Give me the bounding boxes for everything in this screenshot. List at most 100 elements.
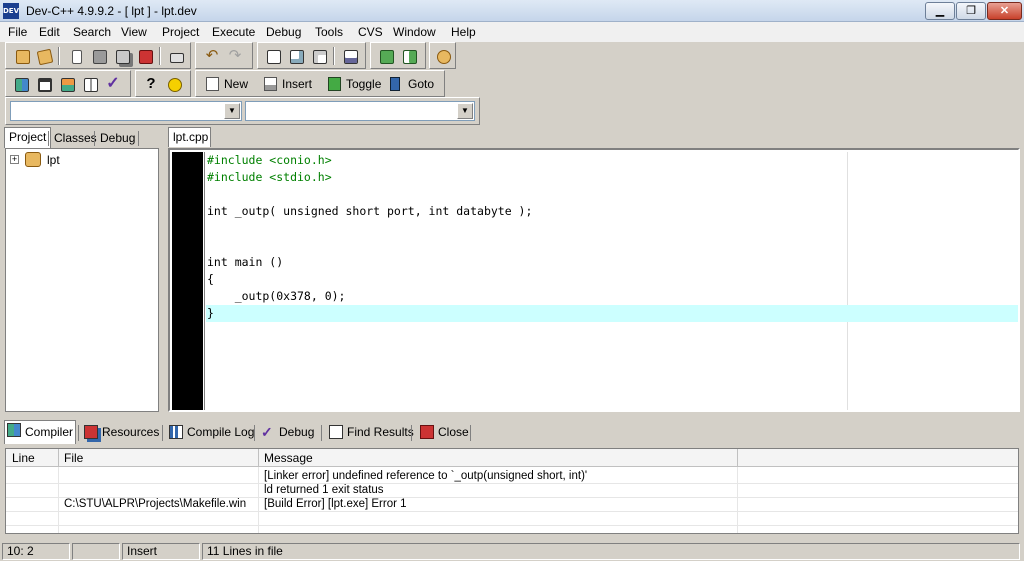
gutter-divider: [204, 152, 205, 410]
column-header-message[interactable]: Message: [264, 451, 313, 465]
open-project-button[interactable]: [34, 46, 54, 66]
project-options-button[interactable]: [433, 46, 453, 66]
row-1-message[interactable]: [Linker error] undefined reference to `_…: [264, 470, 587, 482]
save-all-button[interactable]: [112, 46, 132, 66]
tree-item-lpt[interactable]: lpt: [47, 153, 60, 167]
status-info: 11 Lines in file: [202, 543, 1020, 560]
table-header: Line File Message: [6, 449, 1018, 467]
help-icon: ?: [146, 75, 156, 92]
tab-project[interactable]: Project: [4, 127, 52, 148]
project-icon: [25, 152, 41, 167]
remove-from-project-button[interactable]: [399, 46, 419, 66]
row-3-file[interactable]: C:\STU\ALPR\Projects\Makefile.win: [64, 498, 246, 510]
tab-resources-label: Resources: [102, 425, 160, 439]
maximize-button[interactable]: ❐: [956, 2, 986, 20]
new-project-button[interactable]: [12, 46, 32, 66]
redo-button[interactable]: ↷: [225, 46, 245, 66]
menu-view[interactable]: View: [121, 25, 147, 39]
tab-compile-log-label: Compile Log: [187, 425, 255, 439]
find-next-button[interactable]: [309, 46, 329, 66]
goto-icon: [390, 77, 400, 91]
row-divider: [6, 511, 1018, 512]
code-line-7[interactable]: int main (): [207, 254, 283, 271]
tab-find-results[interactable]: Find Results: [327, 423, 414, 443]
code-editor[interactable]: #include <conio.h> #include <stdio.h> in…: [168, 148, 1020, 412]
member-select[interactable]: ▼: [245, 101, 475, 121]
menu-project[interactable]: Project: [162, 25, 199, 39]
tab-close[interactable]: Close: [418, 423, 469, 443]
new-file-button[interactable]: [66, 46, 86, 66]
run-button[interactable]: [34, 74, 54, 94]
code-line-10[interactable]: }: [207, 305, 214, 322]
add-to-project-button[interactable]: [376, 46, 396, 66]
print-button[interactable]: [166, 46, 186, 66]
rebuild-icon: [84, 78, 98, 92]
compile-button[interactable]: [11, 74, 31, 94]
menu-debug[interactable]: Debug: [266, 25, 301, 39]
undo-icon: ↶: [205, 47, 219, 64]
find-icon: [329, 425, 343, 439]
find-next-icon: [313, 50, 327, 64]
help-button[interactable]: ?: [141, 74, 161, 94]
column-divider[interactable]: [258, 449, 259, 467]
tab-debug-panel[interactable]: Debug: [96, 129, 139, 147]
column-header-line[interactable]: Line: [12, 451, 35, 465]
code-line-4[interactable]: int _outp( unsigned short port, int data…: [207, 203, 532, 220]
menu-search[interactable]: Search: [73, 25, 111, 39]
expand-icon[interactable]: +: [10, 155, 19, 164]
check-syntax-button[interactable]: ✓: [103, 74, 123, 94]
new-class-button[interactable]: New: [204, 75, 248, 93]
menu-cvs[interactable]: CVS: [358, 25, 383, 39]
menu-window[interactable]: Window: [393, 25, 436, 39]
find-button[interactable]: [263, 46, 283, 66]
menu-tools[interactable]: Tools: [315, 25, 343, 39]
column-divider[interactable]: [58, 449, 59, 467]
goto-line-button[interactable]: [340, 46, 360, 66]
code-line-8[interactable]: {: [207, 271, 214, 288]
code-line-2[interactable]: #include <stdio.h>: [207, 169, 332, 186]
row-2-message[interactable]: ld returned 1 exit status: [264, 484, 384, 496]
rebuild-all-button[interactable]: [80, 74, 100, 94]
tab-resources[interactable]: Resources: [82, 423, 159, 443]
add-icon: [380, 50, 394, 64]
close-window-button[interactable]: ✕: [987, 2, 1022, 20]
save-button[interactable]: [89, 46, 109, 66]
compile-run-button[interactable]: [57, 74, 77, 94]
toolbar-separator: [333, 47, 335, 65]
code-line-9[interactable]: _outp(0x378, 0);: [207, 288, 346, 305]
tab-compile-log[interactable]: Compile Log: [167, 423, 254, 443]
class-toolbar: New Insert Toggle Goto: [195, 70, 445, 97]
status-position: 10: 2: [2, 543, 70, 560]
row-3-message[interactable]: [Build Error] [lpt.exe] Error 1: [264, 498, 407, 510]
toggle-label: Toggle: [346, 77, 382, 91]
dropdown-arrow-icon[interactable]: ▼: [457, 103, 473, 119]
minimize-button[interactable]: ▁: [925, 2, 955, 20]
undo-button[interactable]: ↶: [202, 46, 222, 66]
window-title: Dev-C++ 4.9.9.2 - [ lpt ] - lpt.dev: [26, 4, 197, 18]
class-select[interactable]: ▼: [10, 101, 242, 121]
column-divider[interactable]: [737, 449, 738, 467]
dropdown-arrow-icon[interactable]: ▼: [224, 103, 240, 119]
tab-lpt-cpp[interactable]: lpt.cpp: [168, 127, 211, 147]
find-icon: [267, 50, 281, 64]
tab-divider: [321, 425, 322, 441]
goto-bookmark-button[interactable]: Goto: [388, 75, 434, 93]
menu-execute[interactable]: Execute: [212, 25, 255, 39]
toggle-bookmark-button[interactable]: Toggle: [326, 75, 381, 93]
status-mode: Insert: [122, 543, 200, 560]
close-file-button[interactable]: [135, 46, 155, 66]
menu-help[interactable]: Help: [451, 25, 476, 39]
menu-edit[interactable]: Edit: [39, 25, 60, 39]
column-header-file[interactable]: File: [64, 451, 83, 465]
options-icon: [437, 50, 451, 64]
code-line-1[interactable]: #include <conio.h>: [207, 152, 332, 169]
about-button[interactable]: [164, 74, 184, 94]
insert-button[interactable]: Insert: [262, 75, 312, 93]
tab-debug[interactable]: ✓ Debug: [259, 423, 314, 443]
replace-button[interactable]: [286, 46, 306, 66]
undo-toolbar: ↶ ↷: [195, 42, 253, 69]
save-all-icon: [116, 50, 130, 64]
menu-file[interactable]: File: [8, 25, 27, 39]
tab-divider: [411, 425, 412, 441]
tab-compiler[interactable]: Compiler: [4, 420, 76, 444]
